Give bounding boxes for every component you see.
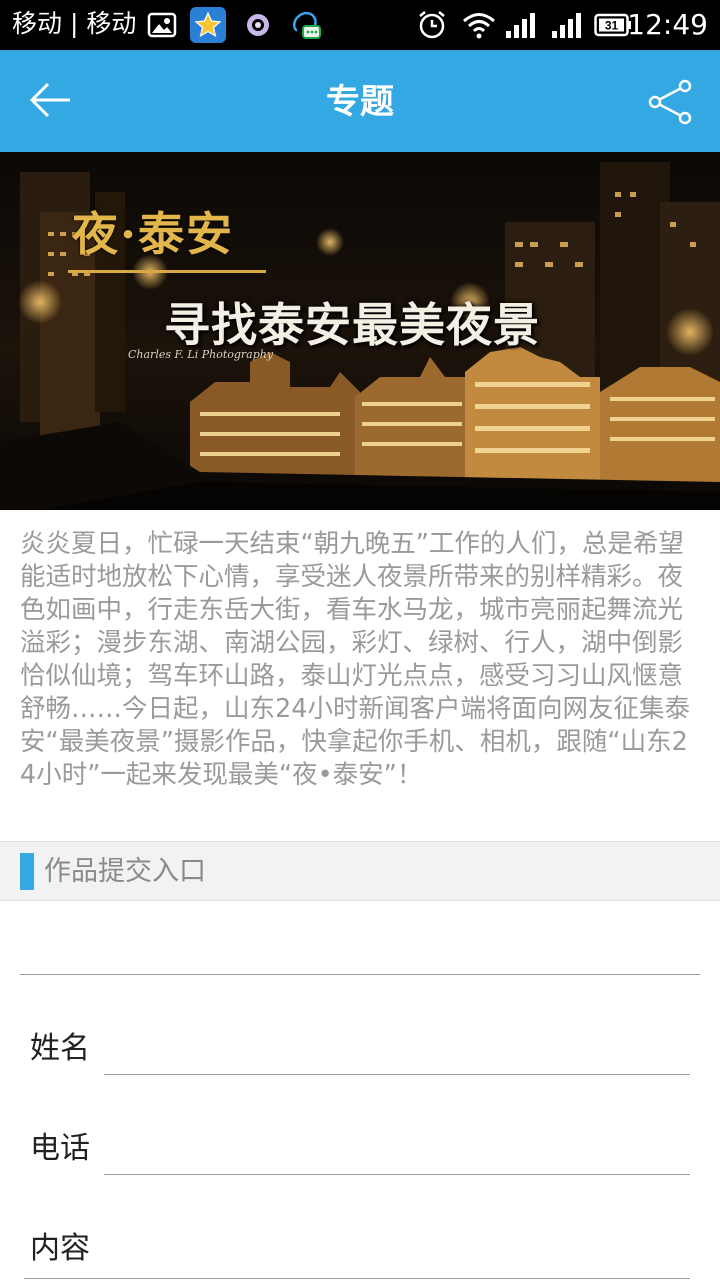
banner-divider [68,270,266,273]
clock: 12:49 [627,8,708,41]
battery-icon: 31 [594,7,632,43]
name-row: 姓名 [30,1001,690,1081]
star-app-icon [190,7,226,43]
submission-field[interactable] [20,915,700,975]
name-label: 姓名 [30,1031,90,1066]
banner-credit: Charles F. Li Photography [128,348,274,361]
section-header: 作品提交入口 [0,841,720,901]
wifi-icon [460,7,498,43]
section-accent-bar [20,853,34,890]
banner-logo-text: 夜·泰安 [72,207,235,261]
share-button[interactable] [638,72,702,136]
carrier-label: 移动 | 移动 [12,9,137,38]
status-bar: 移动 | 移动 31 12:49 [0,0,720,50]
alarm-icon [414,7,450,43]
phone-row: 电话 [30,1101,690,1181]
banner-headline: 寻找泰安最美夜景 [164,298,540,352]
signal-icon [504,7,536,43]
app-header: 专题 [0,50,720,152]
battery-level-text: 31 [605,19,619,33]
intro-paragraph: 炎炎夏日，忙碌一天结束“朝九晚五”工作的人们，总是希望能适时地放松下心情，享受迷… [20,529,690,790]
share-icon [647,79,693,129]
content-input[interactable] [24,1225,690,1279]
app-ring-icon [244,7,272,43]
phone-label: 电话 [30,1131,90,1166]
content-row: 内容 [24,1201,690,1281]
name-input[interactable] [104,1021,690,1075]
banner-image: 夜·泰安 寻找泰安最美夜景 Charles F. Li Photography [0,152,720,510]
signal-icon [548,7,584,43]
phone-input[interactable] [104,1121,690,1175]
page-title: 专题 [326,82,394,122]
section-title: 作品提交入口 [44,856,206,887]
qq-icon [288,7,324,43]
gallery-icon [146,7,178,43]
